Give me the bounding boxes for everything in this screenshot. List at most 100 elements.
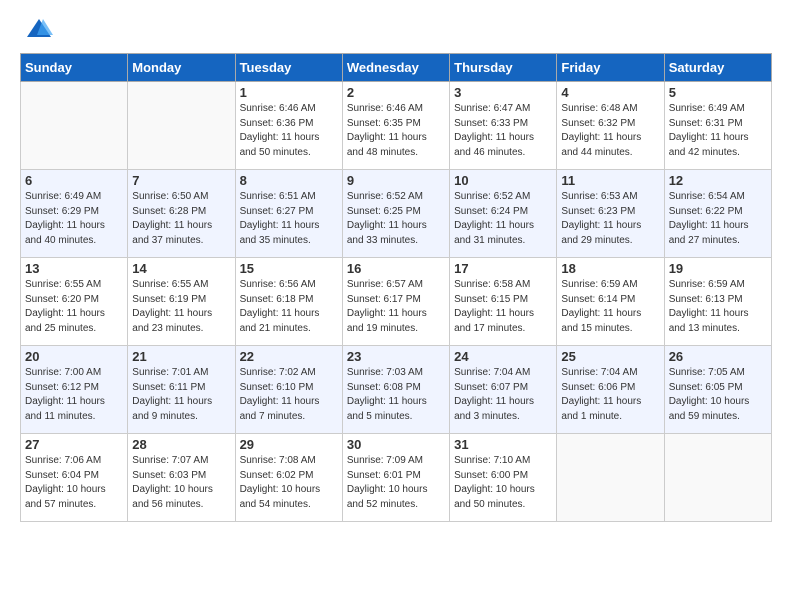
day-number: 11 xyxy=(561,173,659,188)
calendar-week-row: 20 Sunrise: 7:00 AM Sunset: 6:12 PM Dayli… xyxy=(21,346,772,434)
calendar-cell: 28 Sunrise: 7:07 AM Sunset: 6:03 PM Dayli… xyxy=(128,434,235,522)
day-info: Sunrise: 6:48 AM Sunset: 6:32 PM Dayligh… xyxy=(561,102,659,160)
day-info: Sunrise: 6:53 AM Sunset: 6:23 PM Dayligh… xyxy=(561,190,659,248)
day-info: Sunrise: 6:52 AM Sunset: 6:25 PM Dayligh… xyxy=(347,190,445,248)
day-info: Sunrise: 6:59 AM Sunset: 6:14 PM Dayligh… xyxy=(561,278,659,336)
day-number: 3 xyxy=(454,85,552,100)
day-info: Sunrise: 6:56 AM Sunset: 6:18 PM Dayligh… xyxy=(240,278,338,336)
calendar-cell: 30 Sunrise: 7:09 AM Sunset: 6:01 PM Dayli… xyxy=(342,434,449,522)
day-number: 17 xyxy=(454,261,552,276)
calendar-cell: 15 Sunrise: 6:56 AM Sunset: 6:18 PM Dayli… xyxy=(235,258,342,346)
day-info: Sunrise: 6:46 AM Sunset: 6:35 PM Dayligh… xyxy=(347,102,445,160)
column-header-tuesday: Tuesday xyxy=(235,54,342,82)
day-number: 14 xyxy=(132,261,230,276)
day-number: 28 xyxy=(132,437,230,452)
calendar-cell: 1 Sunrise: 6:46 AM Sunset: 6:36 PM Daylig… xyxy=(235,82,342,170)
page: SundayMondayTuesdayWednesdayThursdayFrid… xyxy=(0,0,792,612)
day-number: 18 xyxy=(561,261,659,276)
day-info: Sunrise: 7:03 AM Sunset: 6:08 PM Dayligh… xyxy=(347,366,445,424)
day-info: Sunrise: 6:46 AM Sunset: 6:36 PM Dayligh… xyxy=(240,102,338,160)
day-number: 31 xyxy=(454,437,552,452)
calendar-header-row: SundayMondayTuesdayWednesdayThursdayFrid… xyxy=(21,54,772,82)
day-info: Sunrise: 6:49 AM Sunset: 6:29 PM Dayligh… xyxy=(25,190,123,248)
calendar-cell: 7 Sunrise: 6:50 AM Sunset: 6:28 PM Daylig… xyxy=(128,170,235,258)
calendar-cell: 3 Sunrise: 6:47 AM Sunset: 6:33 PM Daylig… xyxy=(450,82,557,170)
day-info: Sunrise: 7:07 AM Sunset: 6:03 PM Dayligh… xyxy=(132,454,230,512)
calendar-cell xyxy=(664,434,771,522)
column-header-friday: Friday xyxy=(557,54,664,82)
calendar-cell xyxy=(557,434,664,522)
column-header-thursday: Thursday xyxy=(450,54,557,82)
calendar-cell xyxy=(128,82,235,170)
column-header-monday: Monday xyxy=(128,54,235,82)
day-info: Sunrise: 6:58 AM Sunset: 6:15 PM Dayligh… xyxy=(454,278,552,336)
day-info: Sunrise: 7:02 AM Sunset: 6:10 PM Dayligh… xyxy=(240,366,338,424)
calendar-cell: 10 Sunrise: 6:52 AM Sunset: 6:24 PM Dayli… xyxy=(450,170,557,258)
day-number: 1 xyxy=(240,85,338,100)
day-number: 30 xyxy=(347,437,445,452)
day-number: 9 xyxy=(347,173,445,188)
day-number: 29 xyxy=(240,437,338,452)
calendar-cell: 13Sunrise: 6:55 AM Sunset: 6:20 PM Dayli… xyxy=(21,258,128,346)
calendar-cell: 14 Sunrise: 6:55 AM Sunset: 6:19 PM Dayli… xyxy=(128,258,235,346)
day-info: Sunrise: 7:06 AM Sunset: 6:04 PM Dayligh… xyxy=(25,454,123,512)
day-info: Sunrise: 7:09 AM Sunset: 6:01 PM Dayligh… xyxy=(347,454,445,512)
day-number: 24 xyxy=(454,349,552,364)
logo-icon xyxy=(25,15,53,43)
day-info: Sunrise: 6:54 AM Sunset: 6:22 PM Dayligh… xyxy=(669,190,767,248)
day-number: 15 xyxy=(240,261,338,276)
day-number: 21 xyxy=(132,349,230,364)
column-header-wednesday: Wednesday xyxy=(342,54,449,82)
calendar-cell: 4 Sunrise: 6:48 AM Sunset: 6:32 PM Daylig… xyxy=(557,82,664,170)
calendar-week-row: 6 Sunrise: 6:49 AM Sunset: 6:29 PM Daylig… xyxy=(21,170,772,258)
day-number: 4 xyxy=(561,85,659,100)
day-info: Sunrise: 7:04 AM Sunset: 6:07 PM Dayligh… xyxy=(454,366,552,424)
calendar-week-row: 1 Sunrise: 6:46 AM Sunset: 6:36 PM Daylig… xyxy=(21,82,772,170)
day-info: Sunrise: 7:00 AM Sunset: 6:12 PM Dayligh… xyxy=(25,366,123,424)
day-number: 22 xyxy=(240,349,338,364)
day-info: Sunrise: 7:08 AM Sunset: 6:02 PM Dayligh… xyxy=(240,454,338,512)
column-header-sunday: Sunday xyxy=(21,54,128,82)
calendar-table: SundayMondayTuesdayWednesdayThursdayFrid… xyxy=(20,53,772,522)
day-number: 7 xyxy=(132,173,230,188)
calendar-cell: 18 Sunrise: 6:59 AM Sunset: 6:14 PM Dayli… xyxy=(557,258,664,346)
day-info: Sunrise: 7:05 AM Sunset: 6:05 PM Dayligh… xyxy=(669,366,767,424)
day-number: 8 xyxy=(240,173,338,188)
calendar-cell: 5Sunrise: 6:49 AM Sunset: 6:31 PM Daylig… xyxy=(664,82,771,170)
logo xyxy=(20,15,53,43)
day-number: 27 xyxy=(25,437,123,452)
day-number: 20 xyxy=(25,349,123,364)
calendar-cell: 2Sunrise: 6:46 AM Sunset: 6:35 PM Daylig… xyxy=(342,82,449,170)
day-number: 16 xyxy=(347,261,445,276)
day-info: Sunrise: 6:50 AM Sunset: 6:28 PM Dayligh… xyxy=(132,190,230,248)
day-info: Sunrise: 6:52 AM Sunset: 6:24 PM Dayligh… xyxy=(454,190,552,248)
calendar-cell: 27 Sunrise: 7:06 AM Sunset: 6:04 PM Dayli… xyxy=(21,434,128,522)
calendar-cell: 25 Sunrise: 7:04 AM Sunset: 6:06 PM Dayli… xyxy=(557,346,664,434)
calendar-cell: 22 Sunrise: 7:02 AM Sunset: 6:10 PM Dayli… xyxy=(235,346,342,434)
day-number: 6 xyxy=(25,173,123,188)
day-number: 19 xyxy=(669,261,767,276)
calendar-cell: 17 Sunrise: 6:58 AM Sunset: 6:15 PM Dayli… xyxy=(450,258,557,346)
day-number: 23 xyxy=(347,349,445,364)
day-info: Sunrise: 6:55 AM Sunset: 6:20 PM Dayligh… xyxy=(25,278,123,336)
calendar-cell: 21 Sunrise: 7:01 AM Sunset: 6:11 PM Dayli… xyxy=(128,346,235,434)
day-info: Sunrise: 7:10 AM Sunset: 6:00 PM Dayligh… xyxy=(454,454,552,512)
day-number: 12 xyxy=(669,173,767,188)
calendar-cell: 16 Sunrise: 6:57 AM Sunset: 6:17 PM Dayli… xyxy=(342,258,449,346)
day-info: Sunrise: 6:57 AM Sunset: 6:17 PM Dayligh… xyxy=(347,278,445,336)
calendar-week-row: 27 Sunrise: 7:06 AM Sunset: 6:04 PM Dayli… xyxy=(21,434,772,522)
day-info: Sunrise: 7:04 AM Sunset: 6:06 PM Dayligh… xyxy=(561,366,659,424)
calendar-cell: 9 Sunrise: 6:52 AM Sunset: 6:25 PM Daylig… xyxy=(342,170,449,258)
day-number: 25 xyxy=(561,349,659,364)
calendar-cell: 29 Sunrise: 7:08 AM Sunset: 6:02 PM Dayli… xyxy=(235,434,342,522)
calendar-week-row: 13Sunrise: 6:55 AM Sunset: 6:20 PM Dayli… xyxy=(21,258,772,346)
calendar-cell: 6 Sunrise: 6:49 AM Sunset: 6:29 PM Daylig… xyxy=(21,170,128,258)
day-number: 26 xyxy=(669,349,767,364)
day-number: 10 xyxy=(454,173,552,188)
day-info: Sunrise: 6:55 AM Sunset: 6:19 PM Dayligh… xyxy=(132,278,230,336)
calendar-cell: 31 Sunrise: 7:10 AM Sunset: 6:00 PM Dayli… xyxy=(450,434,557,522)
calendar-cell: 20 Sunrise: 7:00 AM Sunset: 6:12 PM Dayli… xyxy=(21,346,128,434)
day-info: Sunrise: 6:47 AM Sunset: 6:33 PM Dayligh… xyxy=(454,102,552,160)
calendar-cell xyxy=(21,82,128,170)
day-info: Sunrise: 7:01 AM Sunset: 6:11 PM Dayligh… xyxy=(132,366,230,424)
